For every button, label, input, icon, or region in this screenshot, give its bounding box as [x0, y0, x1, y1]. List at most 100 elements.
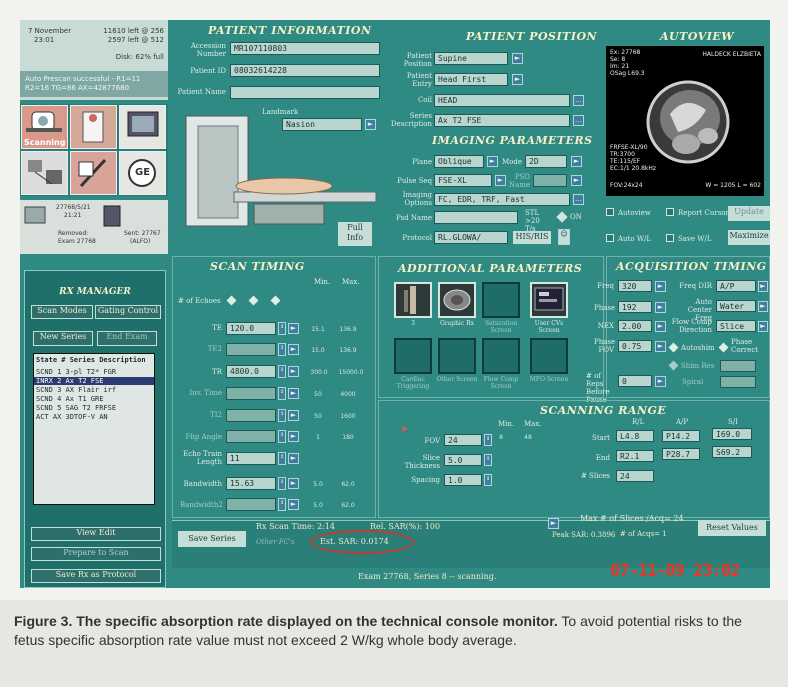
series-row-1[interactable]: SCND 1 3-pl T2* FGR: [36, 368, 116, 376]
ti2-field[interactable]: [226, 409, 276, 422]
imaging-options-button[interactable]: …: [573, 194, 584, 205]
inv-time-arrow[interactable]: ►: [288, 388, 299, 399]
shim-res-field[interactable]: [720, 360, 756, 372]
patient-position-arrow[interactable]: ►: [512, 53, 523, 64]
end-exam-button[interactable]: End Exam: [97, 331, 157, 346]
tile-spine-image[interactable]: [394, 282, 432, 318]
bandwidth-arrow[interactable]: ►: [288, 478, 299, 489]
nex-arrow[interactable]: ►: [655, 321, 666, 332]
psd-small-arrow[interactable]: ►: [571, 175, 582, 186]
series-description-field[interactable]: Ax T2 FSE: [434, 114, 570, 127]
pulse-seq-arrow[interactable]: ►: [495, 175, 506, 186]
scan-modes-button[interactable]: Scan Modes: [31, 305, 93, 319]
echo-train-arrow[interactable]: ►: [288, 453, 299, 464]
patient-position-field[interactable]: Supine: [434, 52, 508, 65]
te-stepper[interactable]: ↕: [278, 322, 286, 335]
echo-train-stepper[interactable]: ↕: [278, 452, 286, 465]
coil-field[interactable]: HEAD: [434, 94, 570, 107]
save-rx-protocol-button[interactable]: Save Rx as Protocol: [31, 569, 161, 583]
reps-arrow[interactable]: ►: [655, 376, 666, 387]
patient-entry-field[interactable]: Head First: [434, 73, 508, 86]
inv-time-field[interactable]: [226, 387, 276, 400]
freq-arrow[interactable]: ►: [655, 281, 666, 292]
freq-dir-field[interactable]: A/P: [716, 280, 756, 292]
te-field[interactable]: 120.0: [226, 322, 276, 335]
ge-mode-button[interactable]: GE: [119, 151, 166, 195]
plane-field[interactable]: Oblique: [434, 155, 484, 168]
slices-field[interactable]: 24: [616, 470, 654, 482]
flow-comp-field[interactable]: Slice: [716, 320, 756, 332]
series-description-button[interactable]: …: [573, 115, 584, 126]
flip-angle-arrow[interactable]: ►: [288, 431, 299, 442]
his-ris-person-icon[interactable]: ☺: [558, 229, 570, 245]
user-cvs-screen-button[interactable]: [530, 282, 568, 318]
view-edit-button[interactable]: View Edit: [31, 527, 161, 541]
psd-name-field[interactable]: [434, 211, 518, 224]
te2-stepper[interactable]: ↕: [278, 343, 286, 356]
series-row-3[interactable]: SCND 3 AX Flair irf: [36, 386, 116, 394]
spacing-stepper[interactable]: ↕: [484, 474, 492, 486]
flip-angle-field[interactable]: [226, 430, 276, 443]
tr-stepper[interactable]: ↕: [278, 365, 286, 378]
psd-name-small-field[interactable]: [533, 174, 567, 187]
reps-field[interactable]: 0: [618, 375, 652, 387]
start-ap-field[interactable]: P14.2: [662, 430, 700, 442]
network-mode-button[interactable]: [21, 151, 68, 195]
freq-dir-arrow[interactable]: ►: [758, 281, 768, 292]
start-si-field[interactable]: I69.0: [712, 428, 752, 440]
phase-fov-arrow[interactable]: ►: [655, 341, 666, 352]
auto-center-arrow[interactable]: ►: [758, 301, 768, 312]
tr-arrow[interactable]: ►: [288, 366, 299, 377]
plane-arrow[interactable]: ►: [487, 156, 498, 167]
spacing-field[interactable]: 1.0: [444, 474, 482, 486]
ti2-arrow[interactable]: ►: [288, 410, 299, 421]
inv-time-stepper[interactable]: ↕: [278, 387, 286, 400]
patient-entry-arrow[interactable]: ►: [512, 74, 523, 85]
bandwidth2-arrow[interactable]: ►: [288, 499, 299, 510]
cardiac-triggering-button[interactable]: [394, 338, 432, 374]
bandwidth-stepper[interactable]: ↕: [278, 477, 286, 490]
echo-train-field[interactable]: 11: [226, 452, 276, 465]
flow-comp-screen-button[interactable]: [482, 338, 520, 374]
scanning-mode-button[interactable]: Scanning: [21, 105, 68, 149]
autoview-checkbox[interactable]: [606, 208, 614, 216]
fov-stepper[interactable]: ↕: [484, 434, 492, 446]
end-ap-field[interactable]: P28.7: [662, 448, 700, 460]
imaging-options-field[interactable]: FC, EDR, TRF, Fast: [434, 193, 570, 206]
patient-mode-button[interactable]: [70, 105, 117, 149]
update-button[interactable]: Update: [728, 206, 770, 221]
protocol-field[interactable]: RL.GLOWA/: [434, 231, 508, 244]
ti2-stepper[interactable]: ↕: [278, 409, 286, 422]
phase-field[interactable]: 192: [618, 301, 652, 313]
phase-fov-field[interactable]: 0.75: [618, 340, 652, 352]
accession-field[interactable]: MR107110803: [230, 42, 380, 55]
prepare-to-scan-button[interactable]: Prepare to Scan: [31, 547, 161, 561]
patient-name-field[interactable]: [230, 86, 380, 99]
tr-field[interactable]: 4800.0: [226, 365, 276, 378]
coil-button[interactable]: …: [573, 95, 584, 106]
slice-thickness-stepper[interactable]: ↕: [484, 454, 492, 466]
graphic-rx-button[interactable]: [438, 282, 476, 318]
patient-id-field[interactable]: 08032614228: [230, 64, 380, 77]
flow-comp-arrow[interactable]: ►: [758, 321, 768, 332]
end-rl-field[interactable]: R2.1: [616, 450, 654, 462]
slice-thickness-field[interactable]: 5.0: [444, 454, 482, 466]
series-row-5[interactable]: SCND 5 SAG T2 FRFSE: [36, 404, 116, 412]
nex-field[interactable]: 2.00: [618, 320, 652, 332]
mode-arrow[interactable]: ►: [571, 156, 582, 167]
maximize-button[interactable]: Maximize: [728, 230, 770, 245]
gating-control-button[interactable]: Gating Control: [95, 305, 161, 319]
pulse-seq-field[interactable]: FSE-XL: [434, 174, 492, 187]
freq-field[interactable]: 320: [618, 280, 652, 292]
series-row-2[interactable]: INRX 2 Ax T2 FSE: [34, 377, 154, 385]
fov-field[interactable]: 24: [444, 434, 482, 446]
viewer-mode-button[interactable]: [119, 105, 166, 149]
start-rl-field[interactable]: L4.8: [616, 430, 654, 442]
save-series-button[interactable]: Save Series: [178, 531, 246, 547]
mode-field[interactable]: 2D: [525, 155, 567, 168]
reset-values-button[interactable]: Reset Values: [698, 520, 766, 536]
new-series-button[interactable]: New Series: [33, 331, 93, 346]
tools-mode-button[interactable]: [70, 151, 117, 195]
te2-arrow[interactable]: ►: [288, 344, 299, 355]
series-row-6[interactable]: ACT AX 3DTOF-V AN: [36, 413, 108, 421]
